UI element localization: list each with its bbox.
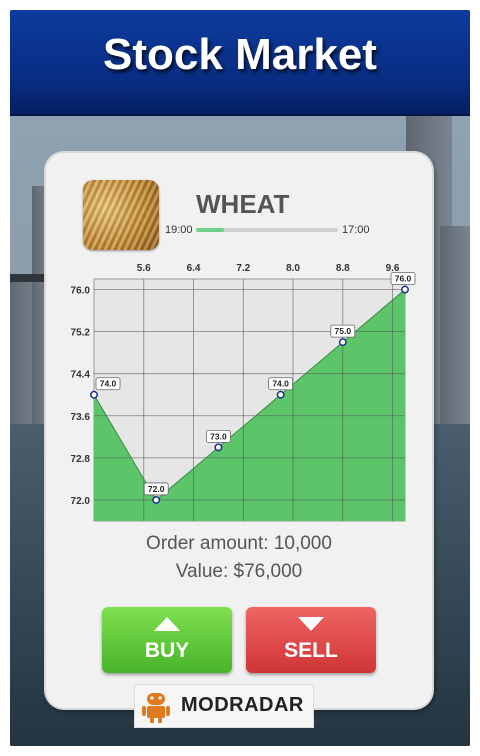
y-tick-label: 75.2: [71, 328, 91, 339]
android-robot-icon: [142, 693, 170, 723]
page-title: Stock Market: [103, 30, 377, 79]
x-tick-label: 5.6: [137, 263, 151, 274]
app-header: Stock Market: [10, 10, 470, 116]
x-tick-label: 6.4: [187, 263, 201, 274]
order-amount: Order amount: 10,000: [146, 533, 332, 554]
sell-label: SELL: [284, 639, 338, 662]
y-tick-label: 73.6: [71, 412, 91, 423]
x-tick-label: 7.2: [236, 263, 250, 274]
x-tick-label: 8.0: [286, 263, 300, 274]
data-label: 73.0: [210, 431, 227, 441]
watermark-text: MODRADAR: [181, 694, 304, 716]
y-tick-label: 72.8: [71, 454, 91, 465]
price-chart: 5.6 6.4 7.2 8.0 8.8 9.676.075.274.473.672.872…: [71, 263, 416, 522]
buy-label: BUY: [144, 639, 190, 662]
trade-card: WHEAT 19:00 17:00 5.6 6.4 7.2 8.0 8.8 9.6 76.0…: [46, 153, 432, 708]
y-tick-label: 74.4: [71, 370, 91, 381]
building: [440, 226, 470, 426]
data-label: 75.0: [335, 326, 352, 336]
watermark: MODRADAR: [134, 684, 314, 728]
y-tick-label: 76.0: [71, 286, 91, 297]
app-frame: Stock Market WHEAT 19:00 17:00 5.6 6.4 7.2…: [10, 10, 470, 746]
data-point: [276, 390, 285, 399]
data-label: 74.0: [100, 379, 117, 389]
x-tick-label: 8.8: [336, 263, 350, 274]
arrow-up-icon: [154, 617, 180, 631]
data-point: [401, 285, 409, 294]
arrow-down-icon: [298, 617, 324, 631]
data-label: 72.0: [148, 484, 165, 494]
data-label: 76.0: [395, 274, 412, 284]
data-point: [214, 443, 223, 452]
y-tick-label: 72.0: [71, 496, 91, 507]
data-point: [338, 338, 347, 347]
buy-button[interactable]: BUY: [102, 607, 232, 673]
data-point: [90, 390, 98, 399]
sell-button[interactable]: SELL: [246, 607, 376, 673]
data-point: [152, 496, 161, 504]
order-value: Value: $76,000: [175, 561, 303, 582]
data-label: 74.0: [272, 379, 289, 389]
